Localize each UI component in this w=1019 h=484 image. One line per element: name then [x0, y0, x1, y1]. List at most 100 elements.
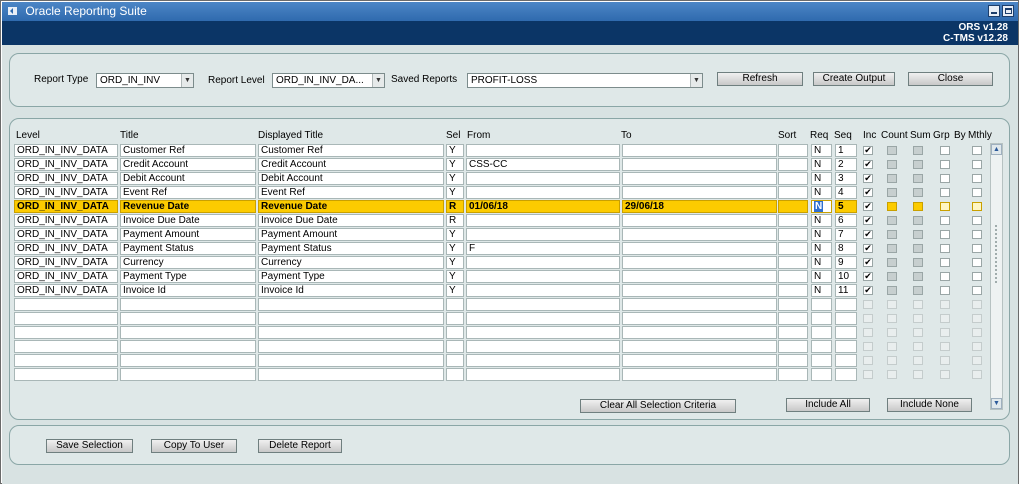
include-all-button[interactable]: Include All [786, 398, 870, 412]
from-input[interactable] [466, 340, 620, 353]
level-cell[interactable]: ORD_IN_INV_DATA [14, 270, 118, 283]
sel-cell[interactable] [446, 340, 464, 353]
count-checkbox[interactable] [887, 230, 897, 239]
grp-checkbox[interactable] [940, 342, 950, 351]
sel-cell[interactable]: Y [446, 144, 464, 157]
sort-input[interactable] [778, 228, 808, 241]
sum-checkbox[interactable] [913, 244, 923, 253]
to-input[interactable] [622, 256, 777, 269]
mthly-checkbox[interactable] [972, 160, 982, 169]
mthly-checkbox[interactable] [972, 230, 982, 239]
displayed-title-cell[interactable] [258, 340, 444, 353]
level-cell[interactable]: ORD_IN_INV_DATA [14, 186, 118, 199]
displayed-title-cell[interactable]: Payment Type [258, 270, 444, 283]
sort-input[interactable] [778, 284, 808, 297]
title-cell[interactable] [120, 354, 256, 367]
sum-checkbox[interactable] [913, 216, 923, 225]
req-cell[interactable]: N [811, 270, 832, 283]
level-cell[interactable] [14, 368, 118, 381]
seq-input[interactable]: 6 [835, 214, 857, 227]
maximize-button[interactable] [1002, 5, 1014, 17]
sort-input[interactable] [778, 368, 808, 381]
inc-checkbox[interactable]: ✔ [863, 230, 873, 239]
sum-checkbox[interactable] [913, 174, 923, 183]
mthly-checkbox[interactable] [972, 244, 982, 253]
count-checkbox[interactable] [887, 188, 897, 197]
to-input[interactable] [622, 144, 777, 157]
inc-checkbox[interactable]: ✔ [863, 258, 873, 267]
req-cell[interactable] [811, 354, 832, 367]
inc-checkbox[interactable] [863, 300, 873, 309]
req-cell[interactable] [811, 298, 832, 311]
from-input[interactable] [466, 214, 620, 227]
displayed-title-cell[interactable]: Credit Account [258, 158, 444, 171]
seq-input[interactable]: 1 [835, 144, 857, 157]
req-cell[interactable]: N [811, 172, 832, 185]
sel-cell[interactable] [446, 368, 464, 381]
grp-checkbox[interactable] [940, 286, 950, 295]
inc-checkbox[interactable]: ✔ [863, 202, 873, 211]
title-cell[interactable]: Payment Status [120, 242, 256, 255]
from-input[interactable] [466, 228, 620, 241]
grp-checkbox[interactable] [940, 174, 950, 183]
grp-checkbox[interactable] [940, 258, 950, 267]
seq-input[interactable] [835, 368, 857, 381]
displayed-title-cell[interactable]: Event Ref [258, 186, 444, 199]
count-checkbox[interactable] [887, 370, 897, 379]
grp-checkbox[interactable] [940, 300, 950, 309]
displayed-title-cell[interactable]: Payment Amount [258, 228, 444, 241]
grp-checkbox[interactable] [940, 202, 950, 211]
req-cell[interactable]: N [811, 228, 832, 241]
count-checkbox[interactable] [887, 174, 897, 183]
sel-cell[interactable]: R [446, 214, 464, 227]
title-cell[interactable]: Currency [120, 256, 256, 269]
seq-input[interactable]: 4 [835, 186, 857, 199]
from-input[interactable] [466, 326, 620, 339]
title-cell[interactable] [120, 368, 256, 381]
mthly-checkbox[interactable] [972, 216, 982, 225]
sel-cell[interactable]: Y [446, 186, 464, 199]
chevron-down-icon[interactable]: ▼ [690, 74, 702, 87]
displayed-title-cell[interactable] [258, 326, 444, 339]
title-cell[interactable] [120, 326, 256, 339]
to-input[interactable] [622, 270, 777, 283]
report-level-select[interactable]: ORD_IN_INV_DA... ▼ [272, 73, 385, 88]
level-cell[interactable]: ORD_IN_INV_DATA [14, 172, 118, 185]
mthly-checkbox[interactable] [972, 300, 982, 309]
title-cell[interactable] [120, 298, 256, 311]
sort-input[interactable] [778, 326, 808, 339]
mthly-checkbox[interactable] [972, 188, 982, 197]
chevron-down-icon[interactable]: ▼ [372, 74, 384, 87]
title-cell[interactable]: Revenue Date [120, 200, 256, 213]
sort-input[interactable] [778, 144, 808, 157]
count-checkbox[interactable] [887, 160, 897, 169]
inc-checkbox[interactable]: ✔ [863, 160, 873, 169]
from-input[interactable] [466, 172, 620, 185]
grp-checkbox[interactable] [940, 328, 950, 337]
displayed-title-cell[interactable]: Currency [258, 256, 444, 269]
displayed-title-cell[interactable]: Revenue Date [258, 200, 444, 213]
grid-scrollbar[interactable]: ▲ ▼ [990, 143, 1003, 410]
seq-input[interactable] [835, 298, 857, 311]
from-input[interactable]: CSS-CC [466, 158, 620, 171]
sort-input[interactable] [778, 242, 808, 255]
level-cell[interactable]: ORD_IN_INV_DATA [14, 256, 118, 269]
level-cell[interactable]: ORD_IN_INV_DATA [14, 200, 118, 213]
to-input[interactable] [622, 186, 777, 199]
grp-checkbox[interactable] [940, 370, 950, 379]
req-cell[interactable] [811, 312, 832, 325]
level-cell[interactable]: ORD_IN_INV_DATA [14, 144, 118, 157]
sum-checkbox[interactable] [913, 258, 923, 267]
mthly-checkbox[interactable] [972, 370, 982, 379]
sum-checkbox[interactable] [913, 342, 923, 351]
sum-checkbox[interactable] [913, 146, 923, 155]
to-input[interactable] [622, 158, 777, 171]
seq-input[interactable]: 2 [835, 158, 857, 171]
sum-checkbox[interactable] [913, 370, 923, 379]
sort-input[interactable] [778, 354, 808, 367]
sort-input[interactable] [778, 270, 808, 283]
from-input[interactable] [466, 298, 620, 311]
sum-checkbox[interactable] [913, 202, 923, 211]
from-input[interactable] [466, 144, 620, 157]
to-input[interactable] [622, 242, 777, 255]
